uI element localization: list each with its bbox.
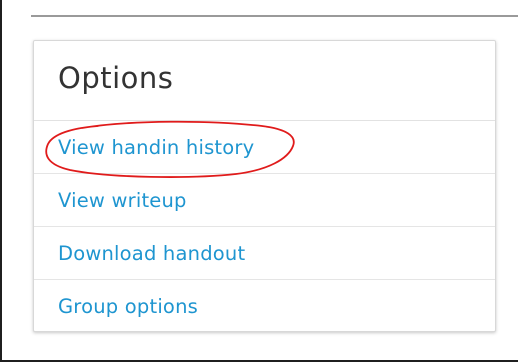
- view-handin-history-link[interactable]: View handin history: [58, 136, 254, 159]
- options-panel-header: Options: [34, 41, 495, 121]
- download-handout-link[interactable]: Download handout: [58, 242, 245, 265]
- option-item-download-handout: Download handout: [34, 227, 495, 280]
- option-item-group-options: Group options: [34, 280, 495, 331]
- option-item-view-handin-history: View handin history: [34, 121, 495, 174]
- options-list: View handin history View writeup Downloa…: [34, 121, 495, 331]
- view-writeup-link[interactable]: View writeup: [58, 189, 187, 212]
- option-item-view-writeup: View writeup: [34, 174, 495, 227]
- group-options-link[interactable]: Group options: [58, 295, 198, 318]
- options-title: Options: [58, 61, 174, 95]
- top-divider: [31, 15, 518, 17]
- options-panel: Options View handin history View writeup…: [33, 40, 496, 332]
- screenshot-left-border: [0, 0, 2, 362]
